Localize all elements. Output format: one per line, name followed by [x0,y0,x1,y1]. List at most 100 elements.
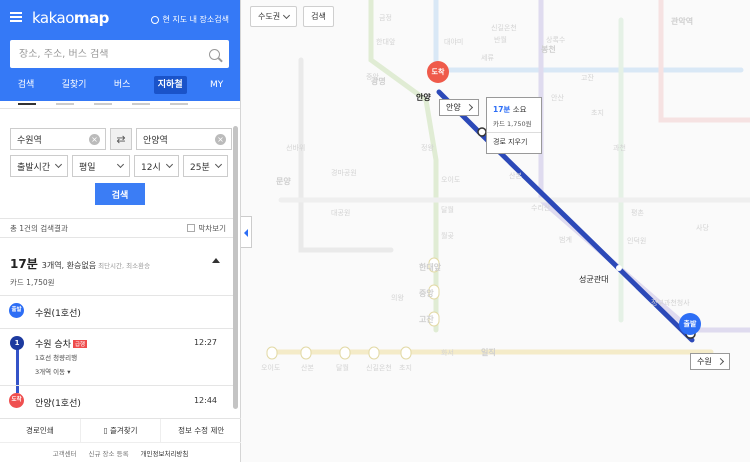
main-tabs: 검색 길찾기 버스 지하철 MY [0,76,241,94]
tab-search[interactable]: 검색 [14,76,39,94]
print-route-button[interactable]: 경로인쇄 [0,419,81,442]
sub-tabs [0,101,240,109]
tab-subway[interactable]: 지하철 [153,76,187,94]
board-time: 12:27 [193,338,217,347]
origin-label-button[interactable]: 수원 [690,353,730,370]
svg-text:정왕: 정왕 [421,143,434,152]
svg-text:봉천: 봉천 [541,44,556,54]
svg-text:신길온천: 신길온천 [366,363,392,372]
destination-label-button[interactable]: 안양 [439,99,479,116]
start-pin-icon: 출발 [9,303,24,318]
svg-text:한대앞: 한대앞 [376,38,396,46]
svg-text:세류: 세류 [481,53,494,62]
favorite-button[interactable]: ▯ 즐겨찾기 [81,419,162,442]
route-polyline [476,129,695,343]
collapse-up-icon[interactable] [212,258,220,263]
svg-text:관악역: 관악역 [671,16,693,26]
popup-fare: 카드 1,750원 [487,115,541,133]
svg-text:금정: 금정 [379,13,392,22]
svg-text:반월: 반월 [494,35,507,44]
svg-text:정부과천청사: 정부과천청사 [651,298,690,307]
chevron-down-icon [116,160,125,169]
result-count: 총 1건의 검색결과 [10,223,68,233]
end-station: 안양(1호선) [35,399,81,409]
arrival-time: 12:44 [193,396,217,405]
direction-text: 1호선 청량리행 [35,354,78,362]
link-support[interactable]: 고객센터 [53,448,77,458]
search-button[interactable]: 검색 [95,183,145,205]
map-controls: 수도권 검색 [250,6,334,27]
search-icon[interactable] [209,48,220,60]
svg-text:오이도: 오이도 [261,363,281,372]
link-privacy[interactable]: 개인정보처리방침 [141,448,189,458]
svg-text:광명: 광명 [371,76,386,86]
day-select[interactable]: 평일 [72,155,130,177]
svg-text:인덕원: 인덕원 [627,236,646,245]
svg-text:범계: 범계 [559,235,572,244]
svg-text:초지: 초지 [591,108,604,117]
hour-select[interactable]: 12시 [134,155,179,177]
last-train-toggle[interactable]: 막차보기 [187,223,226,234]
board-station: 수원 승차 급행 [35,340,88,350]
start-station: 수원(1호선) [35,309,81,319]
tab-bus[interactable]: 버스 [110,76,135,94]
circle-icon [151,15,160,24]
svg-text:대야미: 대야미 [444,37,463,46]
logo[interactable]: kakaomap [32,9,109,27]
checkbox-icon[interactable] [187,224,196,232]
destination-marker[interactable]: 도착 [427,61,449,83]
swap-icon[interactable]: ⇄ [110,128,132,150]
map-search-button[interactable]: 검색 [303,6,334,27]
results-bar: 총 1건의 검색결과 막차보기 [0,218,236,238]
svg-text:한대앞: 한대앞 [419,262,442,272]
svg-text:고잔: 고잔 [581,73,594,82]
clear-route-button[interactable]: 경로 지우기 [487,133,541,151]
svg-text:오이도: 오이도 [441,175,461,184]
stops-toggle[interactable]: 3개역 이동 ▾ [35,366,70,376]
route-inputs: 수원역 × ⇄ 안양역 × [10,128,232,150]
menu-icon[interactable] [10,12,22,22]
svg-text:안양: 안양 [416,92,431,102]
svg-text:초지: 초지 [399,363,412,372]
region-select[interactable]: 수도권 [250,6,298,27]
clear-icon[interactable]: × [215,134,226,145]
chevron-down-icon [54,160,63,169]
time-type-select[interactable]: 출발시간 [10,155,68,177]
clear-icon[interactable]: × [89,134,100,145]
svg-text:평촌: 평촌 [631,208,644,217]
subway-map-canvas: 금정 대야미 반월 상록수 한대앞 중앙 고잔 초지 안산 신길온천 정왕 오이… [261,0,750,372]
route-popup: 17분 소요 카드 1,750원 경로 지우기 [486,97,542,154]
tab-my[interactable]: MY [206,76,227,94]
panel-collapse-button[interactable] [241,216,252,248]
svg-text:달월: 달월 [441,205,454,214]
nearby-search-button[interactable]: 현 지도 내 장소검색 [151,14,229,25]
svg-text:선바위: 선바위 [286,143,305,152]
destination-field[interactable]: 안양역 × [136,128,232,150]
scrollbar[interactable] [233,126,238,409]
svg-text:경마공원: 경마공원 [331,168,357,177]
route-summary[interactable]: 17분 3개역, 환승없음 최단시간, 최소환승 카드 1,750원 [10,255,230,288]
svg-text:화서: 화서 [441,348,454,357]
svg-text:고잔: 고잔 [419,314,434,324]
svg-text:월곶: 월곶 [441,231,454,240]
svg-text:문양: 문양 [276,176,291,186]
minute-select[interactable]: 25분 [183,155,228,177]
chevron-down-icon [283,11,291,19]
report-button[interactable]: 정보 수정 제안 [161,419,241,442]
svg-text:대공원: 대공원 [331,208,350,217]
origin-marker[interactable]: 출발 [679,313,701,335]
svg-text:산본: 산본 [509,171,522,180]
svg-text:사당: 사당 [696,223,709,232]
subway-map[interactable]: 금정 대야미 반월 상록수 한대앞 중앙 고잔 초지 안산 신길온천 정왕 오이… [241,0,750,462]
search-input[interactable] [19,48,209,60]
tab-directions[interactable]: 길찾기 [58,76,91,94]
origin-field[interactable]: 수원역 × [10,128,106,150]
link-register[interactable]: 신규 장소 등록 [89,448,129,458]
time-options: 출발시간 평일 12시 25분 [10,155,228,177]
svg-text:수리산: 수리산 [531,203,551,212]
step-start: 출발 수원(1호선) [0,295,236,328]
route-summary-note: 최단시간, 최소환승 [98,262,151,270]
popup-duration: 17분 [493,105,511,114]
svg-text:달월: 달월 [336,363,349,372]
bookmark-icon: ▯ [103,426,108,435]
